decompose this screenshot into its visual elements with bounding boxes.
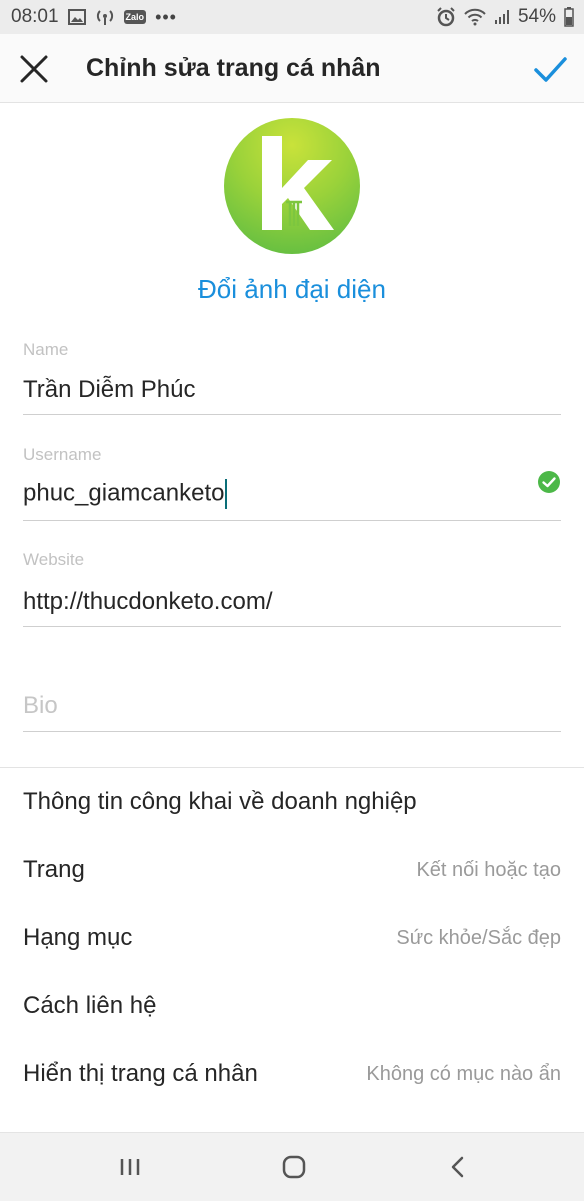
text-cursor bbox=[225, 479, 228, 509]
system-nav-bar bbox=[0, 1132, 584, 1201]
website-underline bbox=[23, 626, 561, 627]
k-logo-icon bbox=[262, 136, 334, 230]
category-row-label: Hạng mục bbox=[23, 924, 133, 951]
gallery-icon bbox=[67, 9, 86, 25]
bio-field[interactable]: Bio bbox=[23, 690, 561, 736]
done-button[interactable] bbox=[530, 49, 570, 89]
profile-avatar[interactable] bbox=[224, 118, 360, 254]
back-button[interactable] bbox=[438, 1151, 478, 1183]
back-icon bbox=[451, 1156, 464, 1178]
category-row-value: Sức khỏe/Sắc đẹp bbox=[396, 927, 561, 949]
contact-options-row[interactable]: Cách liên hệ bbox=[23, 992, 561, 1032]
contact-options-label: Cách liên hệ bbox=[23, 992, 157, 1019]
battery-percent: 54% bbox=[517, 6, 556, 27]
username-underline bbox=[23, 520, 561, 521]
signal-icon bbox=[494, 9, 510, 25]
close-icon bbox=[20, 55, 48, 83]
zalo-icon: Zalo bbox=[123, 10, 147, 24]
business-info-title: Thông tin công khai về doanh nghiệp bbox=[23, 788, 417, 815]
bio-input[interactable]: Bio bbox=[23, 692, 58, 720]
page-row[interactable]: Trang Kết nối hoặc tạo bbox=[23, 856, 561, 896]
profile-display-value: Không có mục nào ẩn bbox=[366, 1063, 561, 1085]
home-icon bbox=[282, 1155, 306, 1179]
category-row[interactable]: Hạng mục Sức khỏe/Sắc đẹp bbox=[23, 924, 561, 964]
recent-apps-button[interactable] bbox=[110, 1151, 150, 1183]
home-button[interactable] bbox=[274, 1151, 314, 1183]
profile-display-label: Hiển thị trang cá nhân bbox=[23, 1060, 258, 1087]
check-circle-icon bbox=[538, 471, 560, 493]
page-row-value: Kết nối hoặc tạo bbox=[416, 859, 561, 881]
change-profile-photo-link[interactable]: Đổi ảnh đại diện bbox=[0, 274, 584, 305]
hotspot-icon bbox=[95, 8, 115, 26]
website-input[interactable]: http://thucdonketo.com/ bbox=[23, 588, 272, 616]
status-right: 54% bbox=[436, 6, 574, 28]
username-input[interactable]: phuc_giamcanketo bbox=[23, 479, 228, 509]
close-button[interactable] bbox=[14, 49, 54, 89]
bio-underline bbox=[23, 731, 561, 732]
page-row-label: Trang bbox=[23, 856, 85, 883]
status-left: 08:01 Zalo ••• bbox=[11, 6, 177, 28]
username-field[interactable]: Username phuc_giamcanketo bbox=[23, 441, 561, 523]
recent-apps-icon bbox=[120, 1159, 140, 1175]
profile-display-row[interactable]: Hiển thị trang cá nhân Không có mục nào … bbox=[23, 1060, 561, 1100]
app-bar: Chỉnh sửa trang cá nhân bbox=[0, 34, 584, 103]
username-value: phuc_giamcanketo bbox=[23, 479, 225, 507]
status-bar: 08:01 Zalo ••• 54% bbox=[0, 0, 584, 34]
name-input[interactable]: Trần Diễm Phúc bbox=[23, 376, 196, 404]
website-label: Website bbox=[23, 550, 85, 569]
website-field[interactable]: Website http://thucdonketo.com/ bbox=[23, 546, 561, 630]
section-divider bbox=[0, 767, 584, 768]
status-time: 08:01 bbox=[11, 6, 59, 27]
wifi-icon bbox=[464, 8, 486, 26]
username-label: Username bbox=[23, 445, 102, 464]
business-info-section-title: Thông tin công khai về doanh nghiệp bbox=[23, 788, 561, 828]
alarm-icon bbox=[436, 7, 456, 27]
name-field[interactable]: Name Trần Diễm Phúc bbox=[23, 336, 561, 418]
more-notifications-icon: ••• bbox=[155, 6, 177, 27]
name-underline bbox=[23, 414, 561, 415]
checkmark-icon bbox=[534, 57, 567, 82]
name-label: Name bbox=[23, 340, 69, 359]
page-title: Chỉnh sửa trang cá nhân bbox=[86, 54, 381, 82]
battery-icon bbox=[564, 7, 574, 27]
